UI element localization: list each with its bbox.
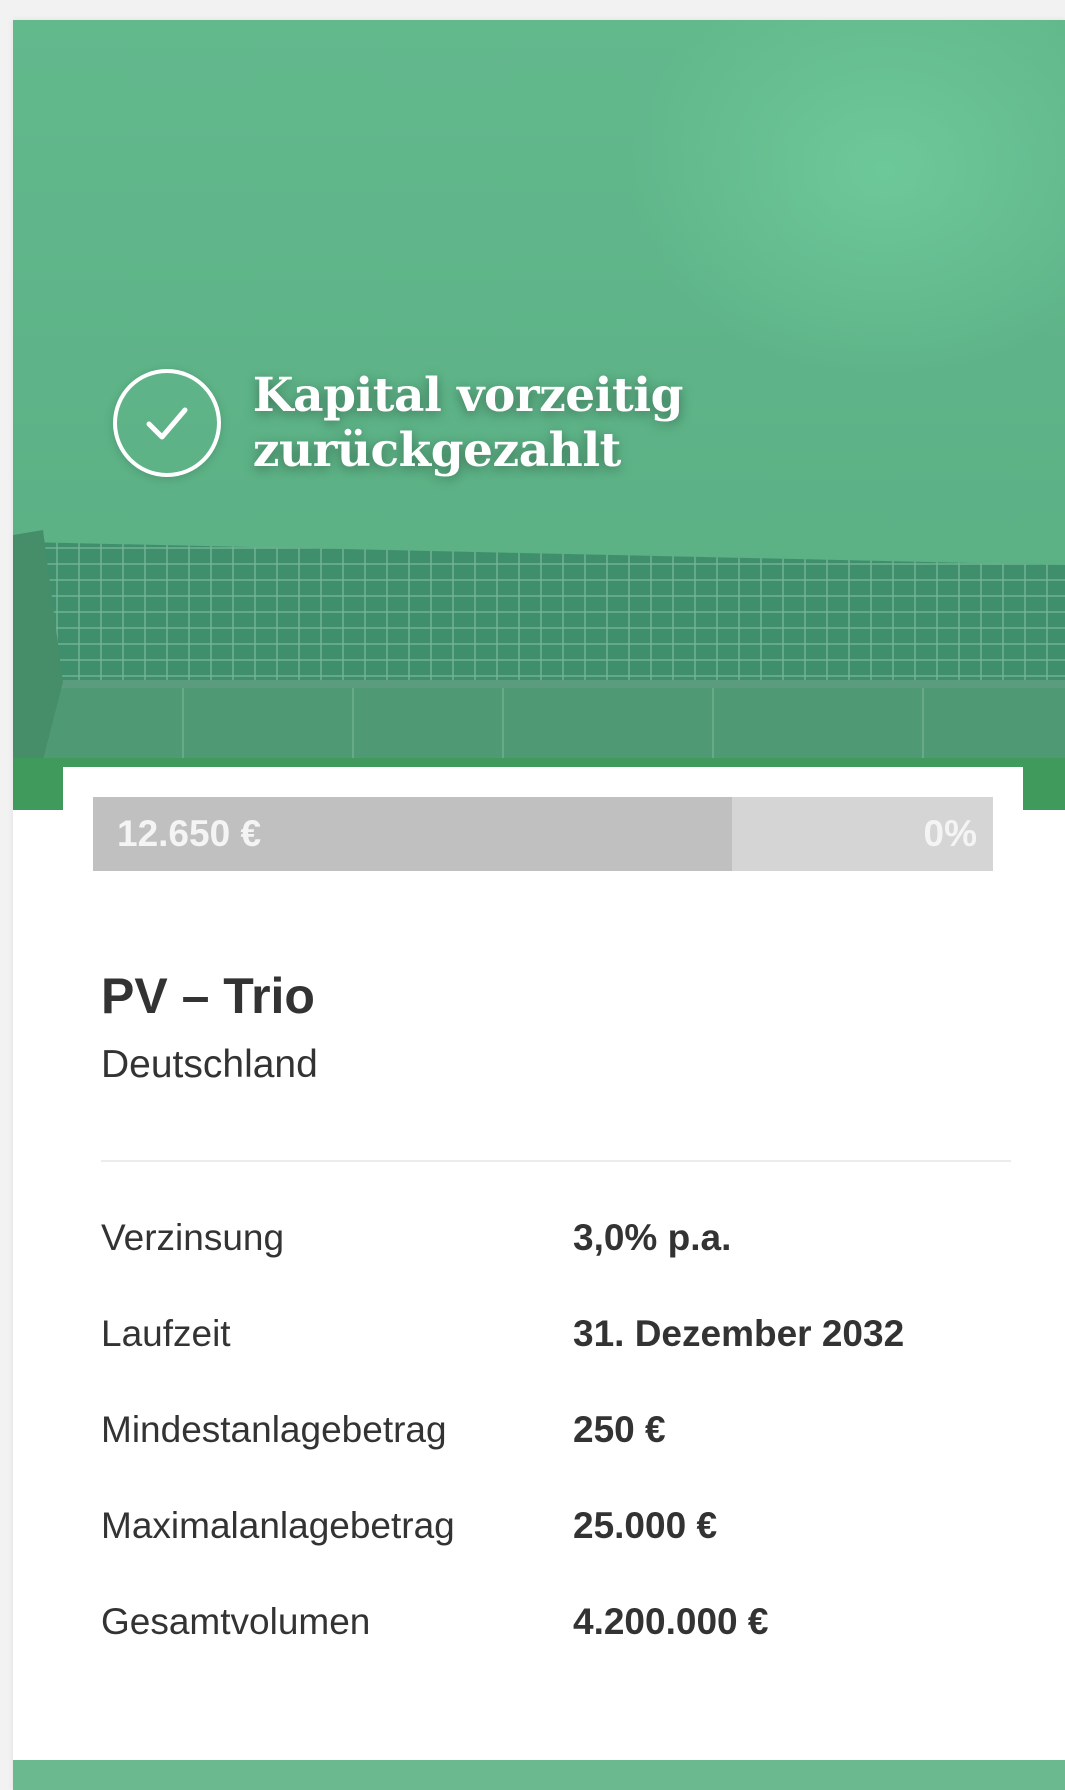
detail-value: 25.000 € bbox=[573, 1505, 718, 1546]
detail-row-min-investment: Mindestanlagebetrag 250 € bbox=[101, 1409, 1011, 1505]
detail-value: 3,0% p.a. bbox=[573, 1217, 732, 1258]
detail-value: 4.200.000 € bbox=[573, 1601, 769, 1642]
detail-row-total-volume: Gesamtvolumen 4.200.000 € bbox=[101, 1601, 1011, 1697]
detail-label: Gesamtvolumen bbox=[101, 1601, 371, 1642]
divider bbox=[101, 1160, 1011, 1162]
project-title[interactable]: PV – Trio bbox=[101, 967, 315, 1025]
card-footer-bar bbox=[13, 1760, 1065, 1790]
detail-label: Mindestanlagebetrag bbox=[101, 1409, 447, 1450]
status-banner: Kapital vorzeitig zurückgezahlt bbox=[113, 368, 1065, 478]
project-details-list: Verzinsung 3,0% p.a. Laufzeit 31. Dezemb… bbox=[101, 1217, 1011, 1697]
check-circle-icon bbox=[113, 369, 221, 477]
detail-row-term: Laufzeit 31. Dezember 2032 bbox=[101, 1313, 1011, 1409]
funding-progress-bar: 12.650 € 0% bbox=[93, 797, 993, 871]
detail-row-max-investment: Maximalanlagebetrag 25.000 € bbox=[101, 1505, 1011, 1601]
detail-label: Maximalanlagebetrag bbox=[101, 1505, 455, 1546]
project-hero-image: Kapital vorzeitig zurückgezahlt bbox=[13, 20, 1065, 810]
status-text: Kapital vorzeitig zurückgezahlt bbox=[252, 368, 684, 478]
funded-amount: 12.650 € bbox=[117, 813, 262, 854]
detail-row-interest: Verzinsung 3,0% p.a. bbox=[101, 1217, 1011, 1313]
project-card[interactable]: Kapital vorzeitig zurückgezahlt 12.650 €… bbox=[13, 20, 1065, 1790]
project-location: Deutschland bbox=[101, 1043, 318, 1086]
project-info-panel: 12.650 € 0% PV – Trio Deutschland Verzin… bbox=[63, 767, 1023, 1777]
funded-percent: 0% bbox=[923, 813, 977, 854]
detail-value: 31. Dezember 2032 bbox=[573, 1313, 905, 1354]
detail-value: 250 € bbox=[573, 1409, 666, 1450]
detail-label: Laufzeit bbox=[101, 1313, 231, 1354]
detail-label: Verzinsung bbox=[101, 1217, 285, 1258]
